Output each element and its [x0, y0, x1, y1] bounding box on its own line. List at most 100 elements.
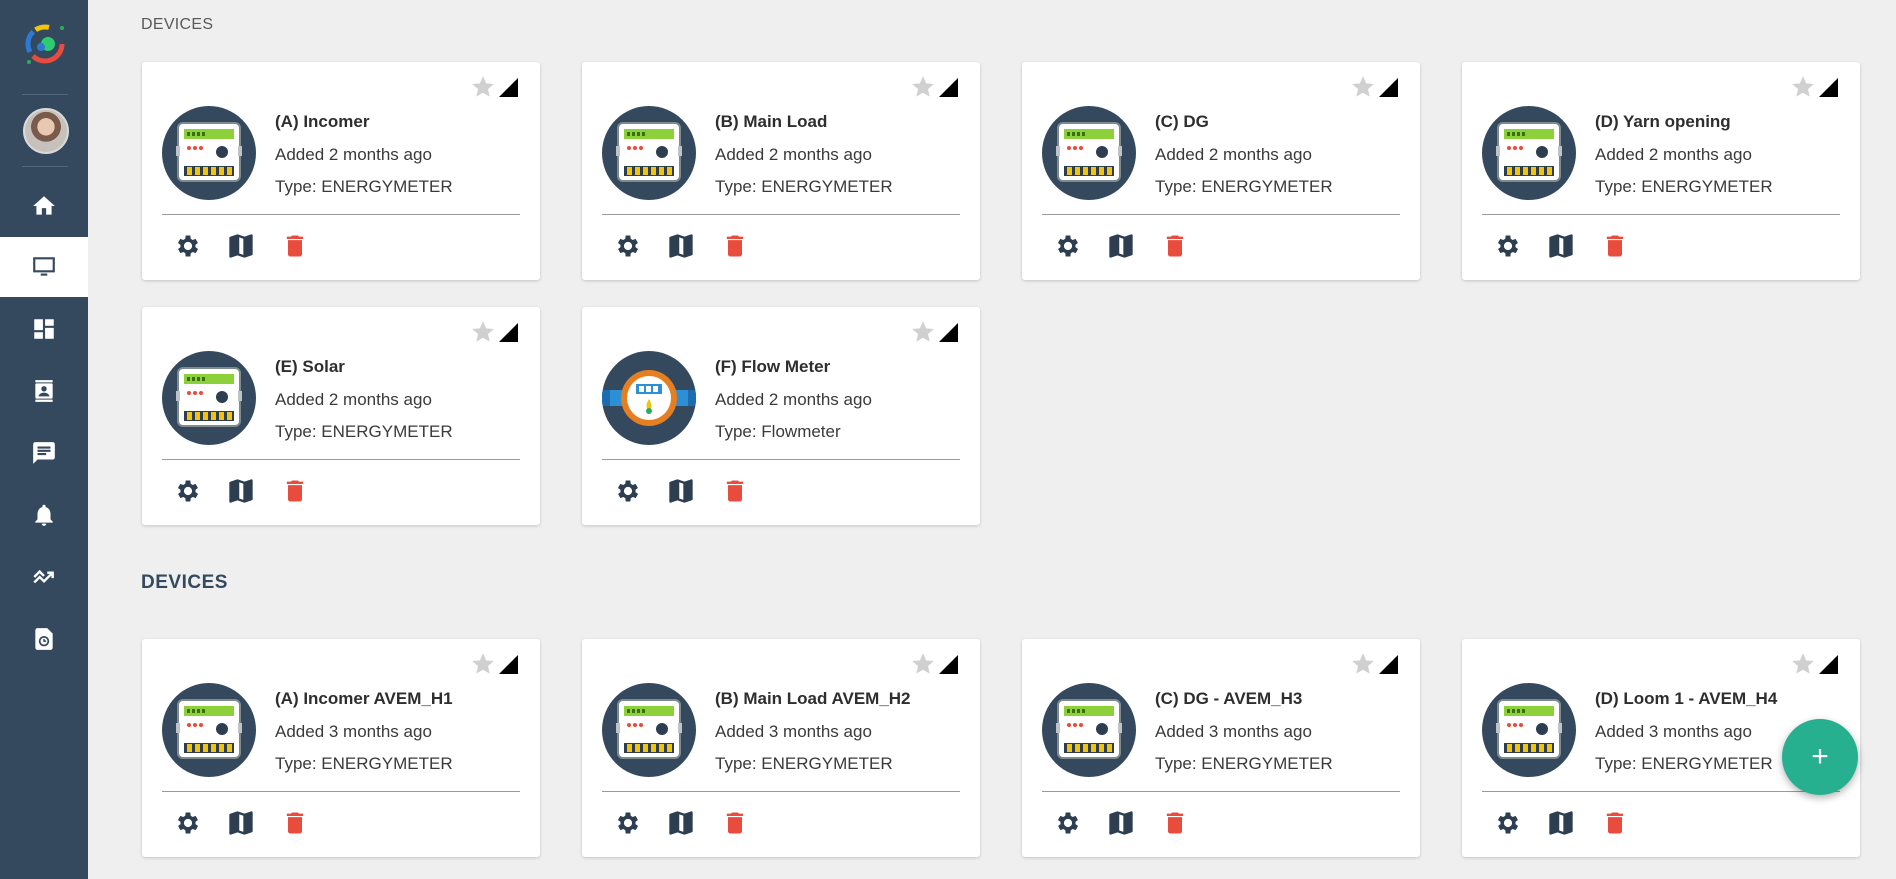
- device-avatar: [602, 351, 696, 445]
- signal-corner-icon: [1819, 655, 1838, 674]
- map-button[interactable]: [1105, 807, 1137, 839]
- device-added-date: Added 2 months ago: [1595, 145, 1752, 164]
- device-name[interactable]: (D) Yarn opening: [1595, 112, 1731, 132]
- device-name[interactable]: (D) Loom 1 - AVEM_H4: [1595, 689, 1777, 709]
- settings-button[interactable]: [1492, 807, 1524, 839]
- sidebar-divider: [22, 166, 68, 167]
- sidebar-item-contacts[interactable]: [0, 361, 88, 421]
- energy-meter-icon: [1496, 699, 1562, 759]
- app-logo[interactable]: [22, 18, 68, 72]
- device-card[interactable]: (B) Main Load Added 2 months ago Type: E…: [582, 62, 980, 280]
- device-name[interactable]: (A) Incomer: [275, 112, 369, 132]
- delete-button[interactable]: [719, 230, 751, 262]
- device-name[interactable]: (C) DG - AVEM_H3: [1155, 689, 1302, 709]
- favorite-star-icon[interactable]: [910, 651, 936, 677]
- sidebar: [0, 0, 88, 879]
- signal-corner-icon: [499, 78, 518, 97]
- favorite-star-icon[interactable]: [1790, 651, 1816, 677]
- map-icon: [669, 479, 693, 503]
- sidebar-item-messages[interactable]: [0, 423, 88, 483]
- sidebar-item-notifications[interactable]: [0, 485, 88, 545]
- device-card[interactable]: (E) Solar Added 2 months ago Type: ENERG…: [142, 307, 540, 525]
- delete-button[interactable]: [1599, 230, 1631, 262]
- device-name[interactable]: (A) Incomer AVEM_H1: [275, 689, 453, 709]
- device-type: Type: ENERGYMETER: [715, 754, 893, 773]
- settings-button[interactable]: [612, 230, 644, 262]
- device-added-date: Added 3 months ago: [1595, 722, 1752, 741]
- delete-button[interactable]: [719, 807, 751, 839]
- settings-button[interactable]: [1492, 230, 1524, 262]
- device-avatar: [162, 351, 256, 445]
- monitor-icon: [33, 257, 55, 276]
- favorite-star-icon[interactable]: [470, 651, 496, 677]
- device-name[interactable]: (E) Solar: [275, 357, 345, 377]
- map-button[interactable]: [225, 475, 257, 507]
- plus-icon: +: [1811, 740, 1829, 773]
- map-button[interactable]: [225, 230, 257, 262]
- map-icon: [1549, 811, 1573, 835]
- signal-corner-icon: [939, 78, 958, 97]
- energy-meter-icon: [1056, 122, 1122, 182]
- favorite-star-icon[interactable]: [1350, 74, 1376, 100]
- trash-icon: [726, 812, 744, 834]
- device-card[interactable]: (D) Yarn opening Added 2 months ago Type…: [1462, 62, 1860, 280]
- delete-button[interactable]: [1599, 807, 1631, 839]
- map-button[interactable]: [225, 807, 257, 839]
- delete-button[interactable]: [279, 230, 311, 262]
- device-name[interactable]: (B) Main Load AVEM_H2: [715, 689, 911, 709]
- delete-button[interactable]: [279, 807, 311, 839]
- map-icon: [229, 479, 253, 503]
- delete-button[interactable]: [1159, 230, 1191, 262]
- device-name[interactable]: (C) DG: [1155, 112, 1209, 132]
- add-device-button[interactable]: +: [1782, 719, 1858, 795]
- map-button[interactable]: [665, 807, 697, 839]
- device-added-date: Added 2 months ago: [715, 145, 872, 164]
- device-card[interactable]: (C) DG - AVEM_H3 Added 3 months ago Type…: [1022, 639, 1420, 857]
- signal-corner-icon: [939, 655, 958, 674]
- sidebar-item-history[interactable]: [0, 609, 88, 669]
- gear-icon: [177, 480, 199, 502]
- device-type: Type: ENERGYMETER: [275, 422, 453, 441]
- settings-button[interactable]: [612, 807, 644, 839]
- device-type: Type: ENERGYMETER: [275, 177, 453, 196]
- map-button[interactable]: [1545, 807, 1577, 839]
- device-card[interactable]: (A) Incomer Added 2 months ago Type: ENE…: [142, 62, 540, 280]
- sidebar-item-dashboard[interactable]: [0, 299, 88, 359]
- settings-button[interactable]: [1052, 807, 1084, 839]
- settings-button[interactable]: [1052, 230, 1084, 262]
- settings-button[interactable]: [172, 807, 204, 839]
- device-card[interactable]: (C) DG Added 2 months ago Type: ENERGYME…: [1022, 62, 1420, 280]
- map-icon: [669, 234, 693, 258]
- device-name[interactable]: (F) Flow Meter: [715, 357, 830, 377]
- map-button[interactable]: [1545, 230, 1577, 262]
- sidebar-item-analytics[interactable]: [0, 547, 88, 607]
- sidebar-item-devices[interactable]: [0, 237, 88, 297]
- trash-icon: [1606, 235, 1624, 257]
- map-button[interactable]: [665, 230, 697, 262]
- favorite-star-icon[interactable]: [1350, 651, 1376, 677]
- device-avatar: [1042, 106, 1136, 200]
- device-card[interactable]: (F) Flow Meter Added 2 months ago Type: …: [582, 307, 980, 525]
- delete-button[interactable]: [1159, 807, 1191, 839]
- signal-corner-icon: [939, 323, 958, 342]
- favorite-star-icon[interactable]: [910, 74, 936, 100]
- favorite-star-icon[interactable]: [470, 74, 496, 100]
- map-icon: [229, 811, 253, 835]
- map-button[interactable]: [1105, 230, 1137, 262]
- settings-button[interactable]: [172, 230, 204, 262]
- favorite-star-icon[interactable]: [1790, 74, 1816, 100]
- device-card[interactable]: (A) Incomer AVEM_H1 Added 3 months ago T…: [142, 639, 540, 857]
- energy-meter-icon: [176, 122, 242, 182]
- avatar[interactable]: [23, 108, 69, 154]
- settings-button[interactable]: [612, 475, 644, 507]
- trash-icon: [286, 812, 304, 834]
- sidebar-item-home[interactable]: [0, 176, 88, 236]
- favorite-star-icon[interactable]: [910, 319, 936, 345]
- favorite-star-icon[interactable]: [470, 319, 496, 345]
- map-button[interactable]: [665, 475, 697, 507]
- delete-button[interactable]: [279, 475, 311, 507]
- settings-button[interactable]: [172, 475, 204, 507]
- device-name[interactable]: (B) Main Load: [715, 112, 827, 132]
- device-card[interactable]: (B) Main Load AVEM_H2 Added 3 months ago…: [582, 639, 980, 857]
- delete-button[interactable]: [719, 475, 751, 507]
